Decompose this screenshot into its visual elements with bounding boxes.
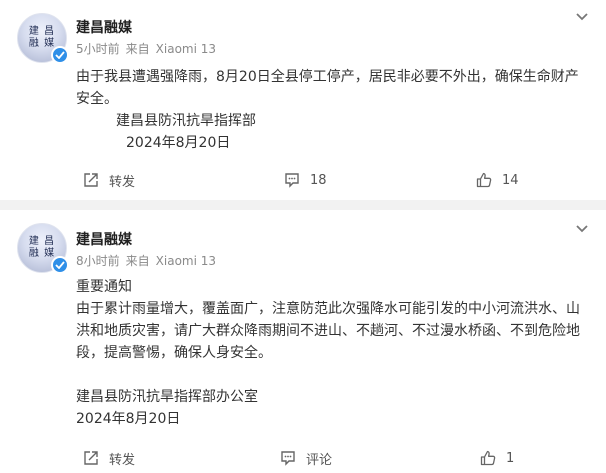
repost-label: 转发 [109, 452, 136, 468]
repost-label: 转发 [109, 174, 136, 190]
chevron-down-icon[interactable] [575, 12, 589, 22]
body-line: 由于累计雨量增大，覆盖面广，注意防范此次强降水可能引发的中小河流洪水、山 [76, 301, 580, 317]
source-device: Xiaomi 13 [155, 42, 217, 56]
comment-label: 评论 [306, 452, 333, 468]
comment-icon [285, 173, 299, 188]
action-bar: 转发 评论 1 [0, 446, 606, 470]
like-count: 14 [502, 172, 519, 188]
comment-button[interactable]: 评论 [280, 446, 332, 470]
repost-icon [84, 451, 98, 465]
author-name[interactable]: 建昌融媒 [76, 17, 132, 37]
body-line: 安全。 [76, 91, 118, 107]
post-body: 重要通知 由于累计雨量增大，覆盖面广，注意防范此次强降水可能引发的中小河流洪水、… [76, 276, 588, 430]
post-time[interactable]: 8小时前 [76, 254, 120, 268]
post-time[interactable]: 5小时前 [76, 42, 120, 56]
verified-badge-icon [51, 46, 69, 64]
body-line: 段，提高警惕，确保人身安全。 [76, 345, 272, 361]
signature-org: 建昌县防汛抗旱指挥部办公室 [76, 389, 258, 405]
repost-icon [84, 173, 98, 187]
post-meta: 5小时前 来自 Xiaomi 13 [76, 40, 222, 57]
source-device: Xiaomi 13 [155, 254, 217, 268]
signature-date: 2024年8月20日 [76, 411, 181, 427]
like-button[interactable]: 14 [476, 168, 519, 192]
weibo-post-card: 建 昌融 媒 建昌融媒 8小时前 来自 Xiaomi 13 重要通知 由于累计雨量增… [0, 210, 606, 473]
notice-heading: 重要通知 [76, 279, 132, 295]
weibo-post-card: 建 昌融 媒 建昌融媒 5小时前 来自 Xiaomi 13 由于我县遭遇强降雨，8月… [0, 0, 606, 200]
verified-badge-icon [51, 256, 69, 274]
source-prefix: 来自 [125, 42, 150, 56]
body-line: 洪和地质灾害，请广大群众降雨期间不进山、不趟河、不过漫水桥函、不到危险地 [76, 323, 580, 339]
source-prefix: 来自 [125, 254, 150, 268]
like-icon [480, 450, 496, 466]
author-name[interactable]: 建昌融媒 [76, 229, 132, 249]
body-line: 由于我县遭遇强降雨，8月20日全县停工停产，居民非必要不外出，确保生命财产 [76, 69, 579, 85]
chevron-down-icon[interactable] [575, 224, 589, 234]
repost-button[interactable]: 转发 [83, 446, 135, 470]
comment-button[interactable]: 18 [284, 168, 327, 192]
post-meta: 8小时前 来自 Xiaomi 13 [76, 252, 222, 269]
repost-button[interactable]: 转发 [83, 168, 135, 192]
signature-date: 2024年8月20日 [126, 135, 231, 151]
action-bar: 转发 18 14 [0, 168, 606, 192]
comment-icon [281, 451, 295, 466]
like-count: 1 [506, 450, 515, 466]
signature-org: 建昌县防汛抗旱指挥部 [116, 113, 256, 129]
like-icon [476, 172, 492, 188]
comment-count: 18 [310, 172, 327, 188]
post-body: 由于我县遭遇强降雨，8月20日全县停工停产，居民非必要不外出，确保生命财产 安全… [76, 66, 588, 154]
like-button[interactable]: 1 [480, 446, 514, 470]
